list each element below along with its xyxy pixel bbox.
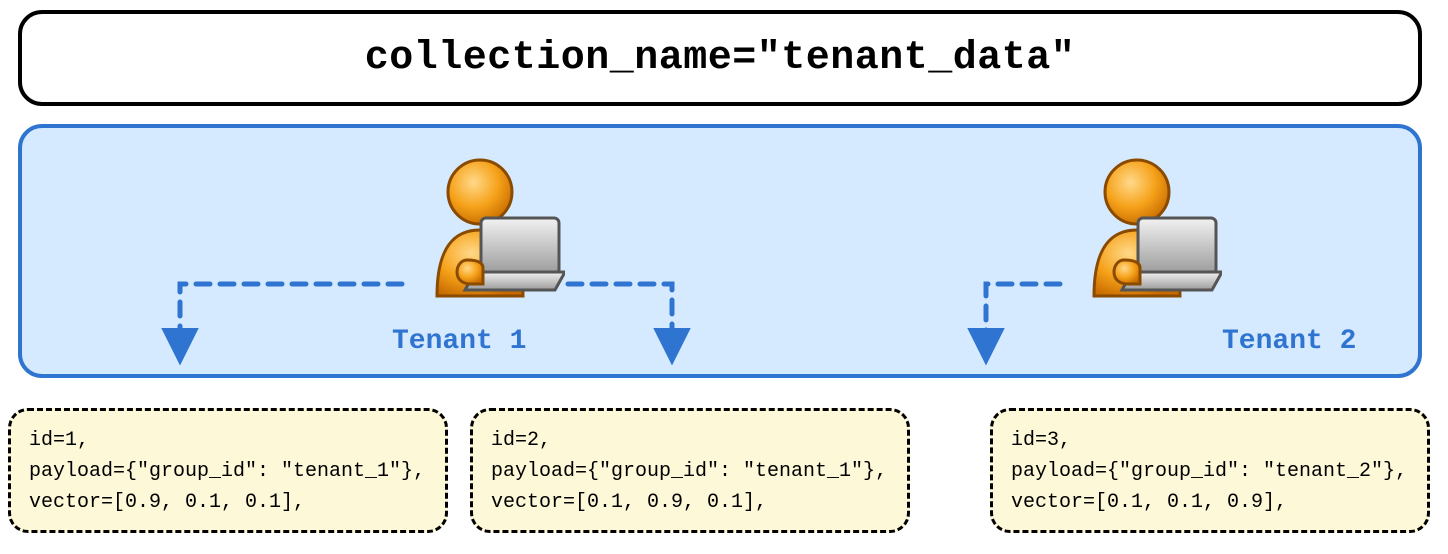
tenant-1-label: Tenant 1 [392, 326, 526, 357]
collection-title-box: collection_name="tenant_data" [18, 10, 1422, 106]
record-box-2: id=2, payload={"group_id": "tenant_1"}, … [470, 408, 910, 533]
collection-title-text: collection_name="tenant_data" [365, 36, 1076, 81]
record-box-1: id=1, payload={"group_id": "tenant_1"}, … [8, 408, 448, 533]
record-2-payload: payload={"group_id": "tenant_1"}, [491, 456, 889, 487]
tenant-2-user-icon [1062, 150, 1222, 300]
record-3-vector: vector=[0.1, 0.1, 0.9], [1011, 487, 1409, 518]
tenant-2-label: Tenant 2 [1222, 326, 1356, 357]
record-box-3: id=3, payload={"group_id": "tenant_2"}, … [990, 408, 1430, 533]
tenant-1-user-icon [405, 150, 565, 300]
record-3-id: id=3, [1011, 425, 1409, 456]
record-2-id: id=2, [491, 425, 889, 456]
record-1-payload: payload={"group_id": "tenant_1"}, [29, 456, 427, 487]
record-1-vector: vector=[0.9, 0.1, 0.1], [29, 487, 427, 518]
record-2-vector: vector=[0.1, 0.9, 0.1], [491, 487, 889, 518]
diagram-canvas: collection_name="tenant_data" [0, 0, 1448, 554]
record-3-payload: payload={"group_id": "tenant_2"}, [1011, 456, 1409, 487]
record-1-id: id=1, [29, 425, 427, 456]
